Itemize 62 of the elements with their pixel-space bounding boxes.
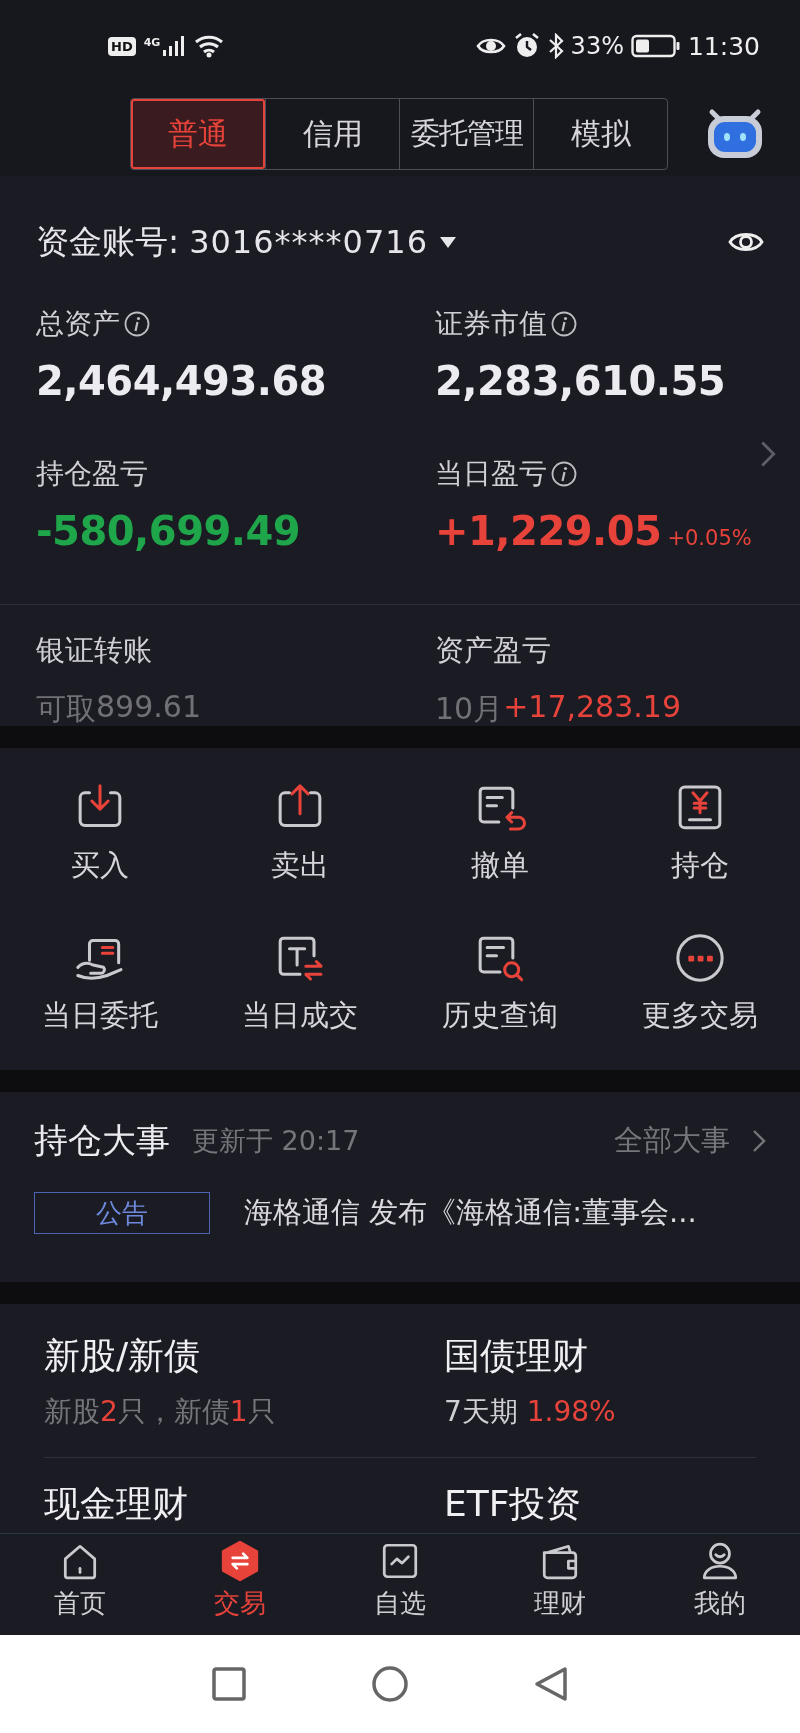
action-button[interactable]: 历史查询	[442, 930, 558, 1036]
summary-label[interactable]: 银证转账	[36, 631, 435, 671]
product-title[interactable]: 国债理财	[444, 1332, 756, 1381]
exchange-icon	[219, 1540, 261, 1582]
change-percent: +0.05%	[667, 526, 752, 550]
metric-label: 证券市值	[435, 306, 547, 342]
hd-badge: HD	[108, 36, 136, 56]
summary-label[interactable]: 资产盈亏	[435, 631, 764, 671]
battery-icon	[630, 34, 681, 58]
info-icon[interactable]	[124, 311, 150, 337]
product-detail: 7天期 1.98%	[444, 1394, 617, 1430]
metric-label: 持仓盈亏	[36, 456, 148, 492]
network-type: 4G	[143, 36, 161, 49]
action-button[interactable]: 当日成交	[242, 930, 358, 1036]
tab[interactable]: 委托管理	[399, 99, 533, 169]
product-detail: 新股2只，新债1只	[44, 1394, 277, 1430]
all-events-link[interactable]: 全部大事	[614, 1121, 766, 1161]
recent-apps-icon[interactable]	[212, 1667, 246, 1701]
account-label: 资金账号:	[36, 220, 180, 263]
info-icon[interactable]	[551, 461, 577, 487]
tab[interactable]: 普通	[131, 99, 265, 169]
metric-label: 当日盈亏	[435, 456, 547, 492]
signal-icon	[162, 35, 187, 57]
account-number[interactable]: 3016****0716	[189, 223, 428, 261]
product-title[interactable]: 现金理财	[44, 1480, 444, 1529]
action-button[interactable]: 买入	[71, 780, 129, 886]
summary-amount: +17,283.19	[503, 689, 681, 726]
metric-value: -580,699.49	[36, 508, 301, 554]
action-button[interactable]: 持仓	[671, 780, 729, 886]
bluetooth-icon	[547, 33, 564, 59]
clock-time: 11:30	[687, 31, 760, 61]
tab[interactable]: 模拟	[533, 99, 667, 169]
product-title[interactable]: ETF投资	[444, 1480, 756, 1529]
action-button[interactable]: 当日委托	[42, 930, 158, 1036]
nav-tab[interactable]: 首页	[54, 1540, 106, 1635]
metric-value: 2,283,610.55	[435, 358, 726, 404]
nav-tab[interactable]: 我的	[694, 1540, 746, 1635]
product-title[interactable]: 新股/新债	[44, 1332, 444, 1381]
summary-prefix: 10月	[435, 690, 504, 728]
action-button[interactable]: 更多交易	[642, 930, 758, 1036]
metric-label: 总资产	[36, 306, 120, 342]
chevron-right-icon[interactable]	[760, 440, 776, 468]
nav-tab[interactable]: 理财	[534, 1540, 586, 1635]
announcement-tag: 公告	[34, 1192, 210, 1234]
caret-icon[interactable]	[440, 236, 456, 248]
section-title: 持仓大事	[34, 1119, 170, 1162]
home-circle-icon[interactable]	[371, 1665, 409, 1703]
action-button[interactable]: 撤单	[471, 780, 529, 886]
action-button[interactable]: 卖出	[271, 780, 329, 886]
battery-percent: 33%	[570, 32, 624, 60]
update-time: 更新于 20:17	[192, 1124, 360, 1158]
event-headline[interactable]: 海格通信 发布《海格通信:董事会...	[244, 1193, 697, 1233]
info-icon[interactable]	[551, 311, 577, 337]
summary-amount: 899.61	[96, 689, 201, 726]
chevron-right-icon	[752, 1128, 766, 1154]
tab[interactable]: 信用	[265, 99, 399, 169]
metric-value: +1,229.05	[435, 508, 662, 554]
nav-tab[interactable]: 交易	[214, 1540, 266, 1635]
summary-prefix: 可取	[36, 690, 96, 728]
back-icon[interactable]	[534, 1666, 568, 1702]
metric-value: 2,464,493.68	[36, 358, 327, 404]
nav-tab[interactable]: 自选	[374, 1540, 426, 1635]
